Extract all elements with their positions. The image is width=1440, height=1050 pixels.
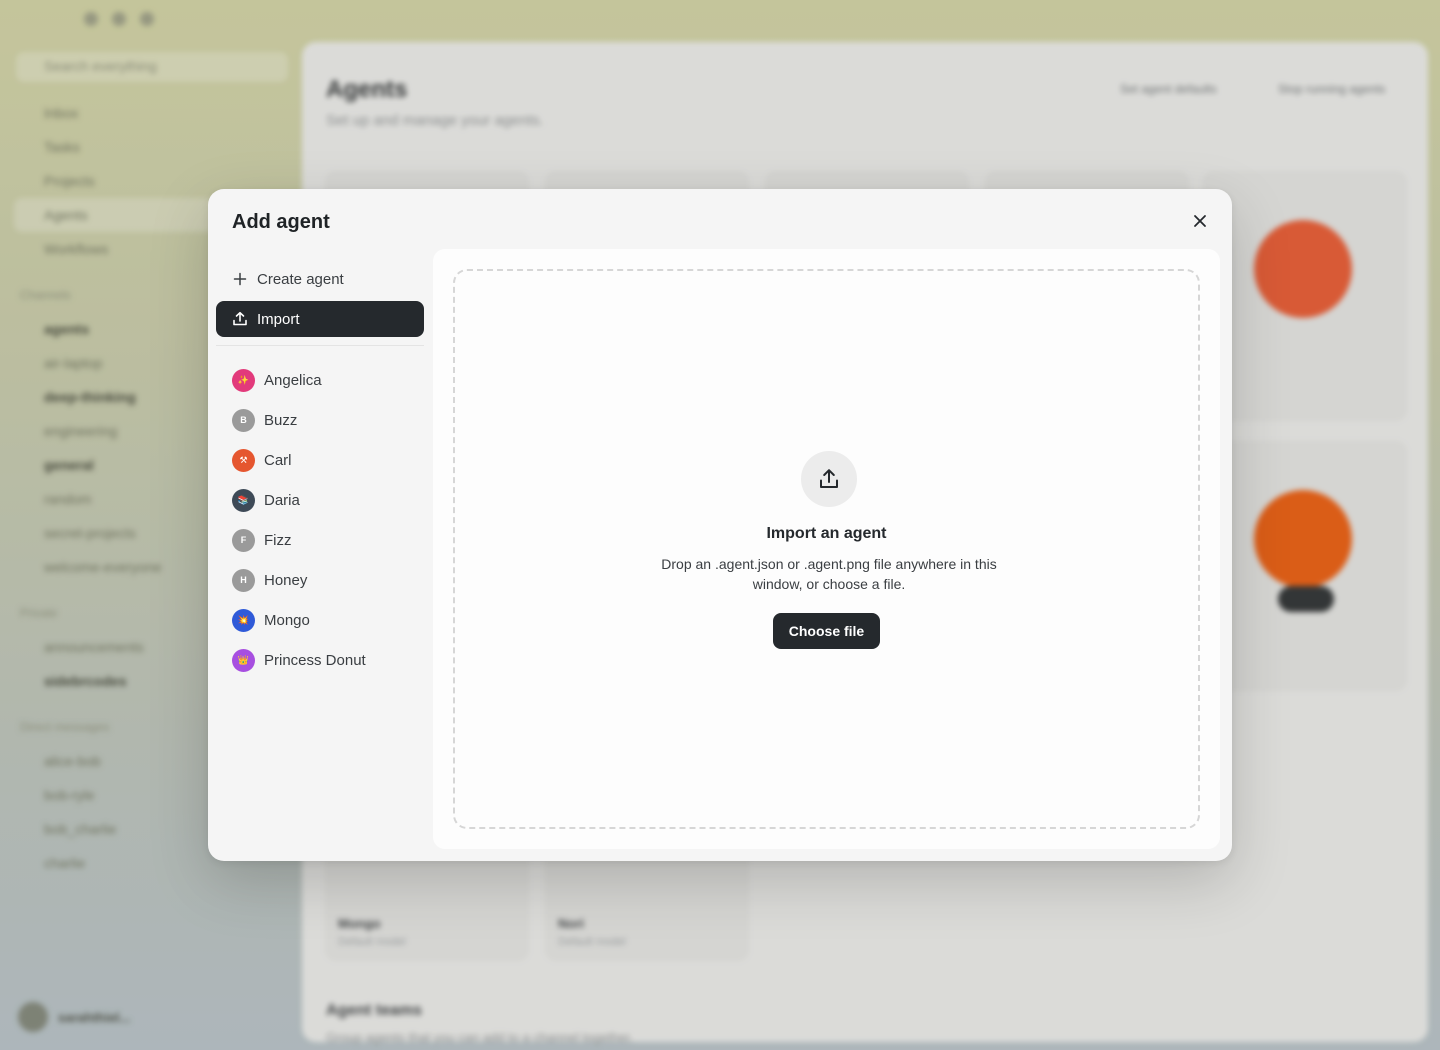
agent-list-item[interactable]: F Fizz (216, 520, 424, 560)
agent-name: Fizz (264, 531, 292, 549)
agent-name: Buzz (264, 411, 298, 429)
agent-avatar: H (232, 568, 255, 592)
import-tab[interactable]: Import (216, 301, 424, 337)
agent-avatar: ✨ (232, 368, 255, 392)
agent-avatar: 💥 (232, 608, 255, 632)
agent-list-item[interactable]: 📚 Daria (216, 480, 424, 520)
agent-name: Mongo (264, 611, 310, 629)
agent-avatar: F (232, 528, 255, 552)
import-description: Drop an .agent.json or .agent.png file a… (661, 556, 997, 592)
import-title: Import an agent (766, 525, 887, 542)
agent-avatar: ⚒ (232, 448, 255, 472)
close-icon (1194, 215, 1206, 227)
agent-name: Carl (264, 451, 292, 469)
upload-icon (232, 311, 248, 327)
create-agent-label: Create agent (257, 270, 344, 288)
agent-name: Princess Donut (264, 651, 366, 669)
agent-list-item[interactable]: ⚒ Carl (216, 440, 424, 480)
agent-list-item[interactable]: B Buzz (216, 400, 424, 440)
import-panel: Import an agent Drop an .agent.json or .… (433, 249, 1220, 849)
agent-avatar: 📚 (232, 488, 255, 512)
agent-list-item[interactable]: 👑 Princess Donut (216, 640, 424, 680)
divider (216, 345, 424, 346)
agent-list-item[interactable]: 💥 Mongo (216, 600, 424, 640)
import-label: Import (257, 310, 300, 328)
agent-avatar: B (232, 408, 255, 432)
close-button[interactable] (1188, 209, 1212, 233)
dialog-title: Add agent (232, 211, 330, 233)
dialog-nav: Create agent Import ✨ Angelica B Buzz ⚒ Carl 📚… (216, 261, 424, 680)
agent-name: Angelica (264, 371, 322, 389)
agent-name: Honey (264, 571, 308, 589)
agent-list-item[interactable]: H Honey (216, 560, 424, 600)
add-agent-dialog: Add agent Create agent Import ✨ Angelica B… (208, 189, 1232, 861)
upload-badge (801, 451, 857, 507)
agent-list: ✨ Angelica B Buzz ⚒ Carl 📚 Daria F Fizz H Honey 💥 Mon… (216, 360, 424, 680)
agent-list-item[interactable]: ✨ Angelica (216, 360, 424, 400)
choose-file-button[interactable]: Choose file (773, 613, 880, 649)
create-agent-tab[interactable]: Create agent (216, 261, 424, 297)
upload-icon (820, 469, 838, 488)
agent-avatar: 👑 (232, 648, 255, 672)
plus-icon (232, 271, 248, 287)
agent-name: Daria (264, 491, 300, 509)
file-dropzone[interactable]: Import an agent Drop an .agent.json or .… (453, 269, 1200, 829)
